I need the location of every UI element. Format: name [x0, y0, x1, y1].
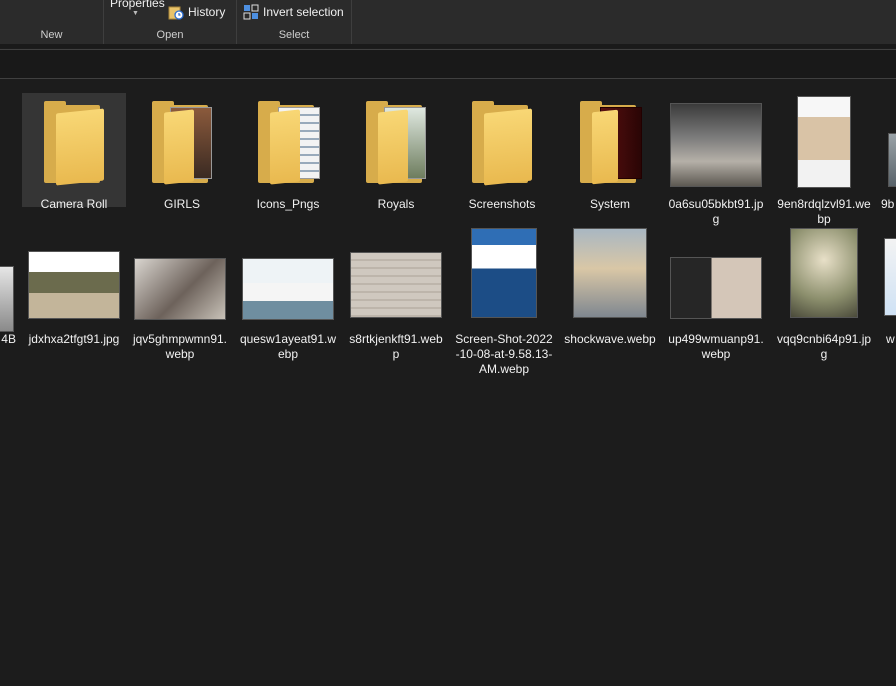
ribbon-group-new: New [0, 0, 104, 44]
image-item[interactable]: w [878, 228, 896, 368]
item-label: Royals [377, 197, 415, 211]
image-thumbnail [797, 96, 851, 188]
chevron-down-icon[interactable]: ▼ [132, 10, 139, 17]
folder-icon [36, 101, 112, 186]
folder-icon [358, 101, 434, 185]
item-label: 9b [881, 197, 895, 211]
item-label: 9en8rdqlzvl91.webp [777, 197, 871, 226]
item-label: jqv5ghmpwmn91.webp [132, 332, 228, 361]
image-thumbnail [134, 258, 226, 320]
invert-selection-icon [243, 4, 259, 20]
item-label: quesw1ayeat91.webp [239, 332, 337, 361]
item-label: UK gn 4B [0, 332, 16, 346]
item-label: jdxhxa2tfgt91.jpg [28, 332, 120, 346]
image-thumbnail [350, 252, 442, 318]
image-thumbnail [242, 258, 334, 320]
image-item[interactable]: s8rtkjenkft91.webp [344, 228, 448, 368]
image-item[interactable]: UK gn 4B [0, 228, 18, 368]
image-item[interactable]: 0a6su05bkbt91.jpg [664, 93, 768, 233]
folder-item-icons-pngs[interactable]: Icons_Pngs [236, 93, 340, 211]
image-thumbnail [0, 266, 14, 332]
item-label: Screenshots [468, 197, 536, 211]
folder-item-camera-roll[interactable]: Camera Roll [22, 93, 126, 211]
image-item[interactable]: 9b [878, 93, 896, 233]
ribbon-divider [0, 44, 896, 48]
image-thumbnail [471, 228, 537, 318]
folder-icon [144, 101, 220, 185]
properties-button[interactable]: Properties ▼ [110, 0, 165, 17]
folder-icon [572, 101, 648, 185]
item-label: Icons_Pngs [256, 197, 320, 211]
item-label: s8rtkjenkft91.webp [349, 332, 443, 361]
image-item[interactable]: shockwave.webp [558, 228, 662, 368]
image-item[interactable]: Screen-Shot-2022-10-08-at-9.58.13-AM.web… [452, 228, 556, 388]
history-icon [168, 6, 184, 20]
item-label: Screen-Shot-2022-10-08-at-9.58.13-AM.web… [455, 332, 553, 376]
folder-icon [464, 101, 540, 186]
image-item[interactable]: jqv5ghmpwmn91.webp [128, 228, 232, 368]
folder-item-royals[interactable]: Royals [344, 93, 448, 211]
group-label-select: Select [278, 29, 310, 41]
properties-label: Properties [110, 0, 165, 10]
image-item[interactable]: 9en8rdqlzvl91.webp [772, 93, 876, 233]
image-thumbnail [884, 238, 896, 316]
folder-item-screenshots[interactable]: Screenshots [450, 93, 554, 211]
group-label-open: Open [156, 29, 184, 41]
file-view: Camera Roll GIRLS Icons_Pngs Royals Scre… [0, 80, 896, 686]
image-item[interactable]: jdxhxa2tfgt91.jpg [22, 228, 126, 368]
ribbon: New Properties ▼ History Open Invert sel… [0, 0, 896, 44]
image-thumbnail [790, 228, 858, 318]
item-label: 0a6su05bkbt91.jpg [668, 197, 764, 226]
ribbon-group-select: Invert selection Select [237, 0, 352, 44]
image-thumbnail [573, 228, 647, 318]
history-label: History [188, 5, 226, 19]
image-item[interactable]: up499wmuanp91.webp [664, 228, 768, 368]
folder-icon [250, 101, 326, 185]
image-thumbnail [888, 133, 896, 187]
item-label: w [886, 332, 895, 346]
image-item[interactable]: vqq9cnbi64p91.jpg [772, 228, 876, 368]
folder-item-system[interactable]: System [558, 93, 662, 211]
ribbon-group-open: Properties ▼ History Open [104, 0, 237, 44]
item-label: up499wmuanp91.webp [668, 332, 764, 361]
item-label: vqq9cnbi64p91.jpg [776, 332, 872, 361]
image-thumbnail [28, 251, 120, 319]
item-label: shockwave.webp [564, 332, 656, 346]
item-label: GIRLS [163, 197, 200, 211]
invert-selection-label: Invert selection [263, 5, 344, 19]
image-thumbnail [670, 103, 762, 187]
invert-selection-button[interactable]: Invert selection [243, 4, 344, 20]
image-thumbnail [670, 257, 762, 319]
image-item[interactable]: quesw1ayeat91.webp [236, 228, 340, 368]
history-button[interactable]: History [168, 4, 225, 20]
group-label-new: New [40, 29, 63, 41]
item-label: System [589, 197, 630, 211]
item-label: Camera Roll [40, 197, 108, 211]
address-bar[interactable] [0, 49, 896, 79]
folder-item-girls[interactable]: GIRLS [130, 93, 234, 211]
